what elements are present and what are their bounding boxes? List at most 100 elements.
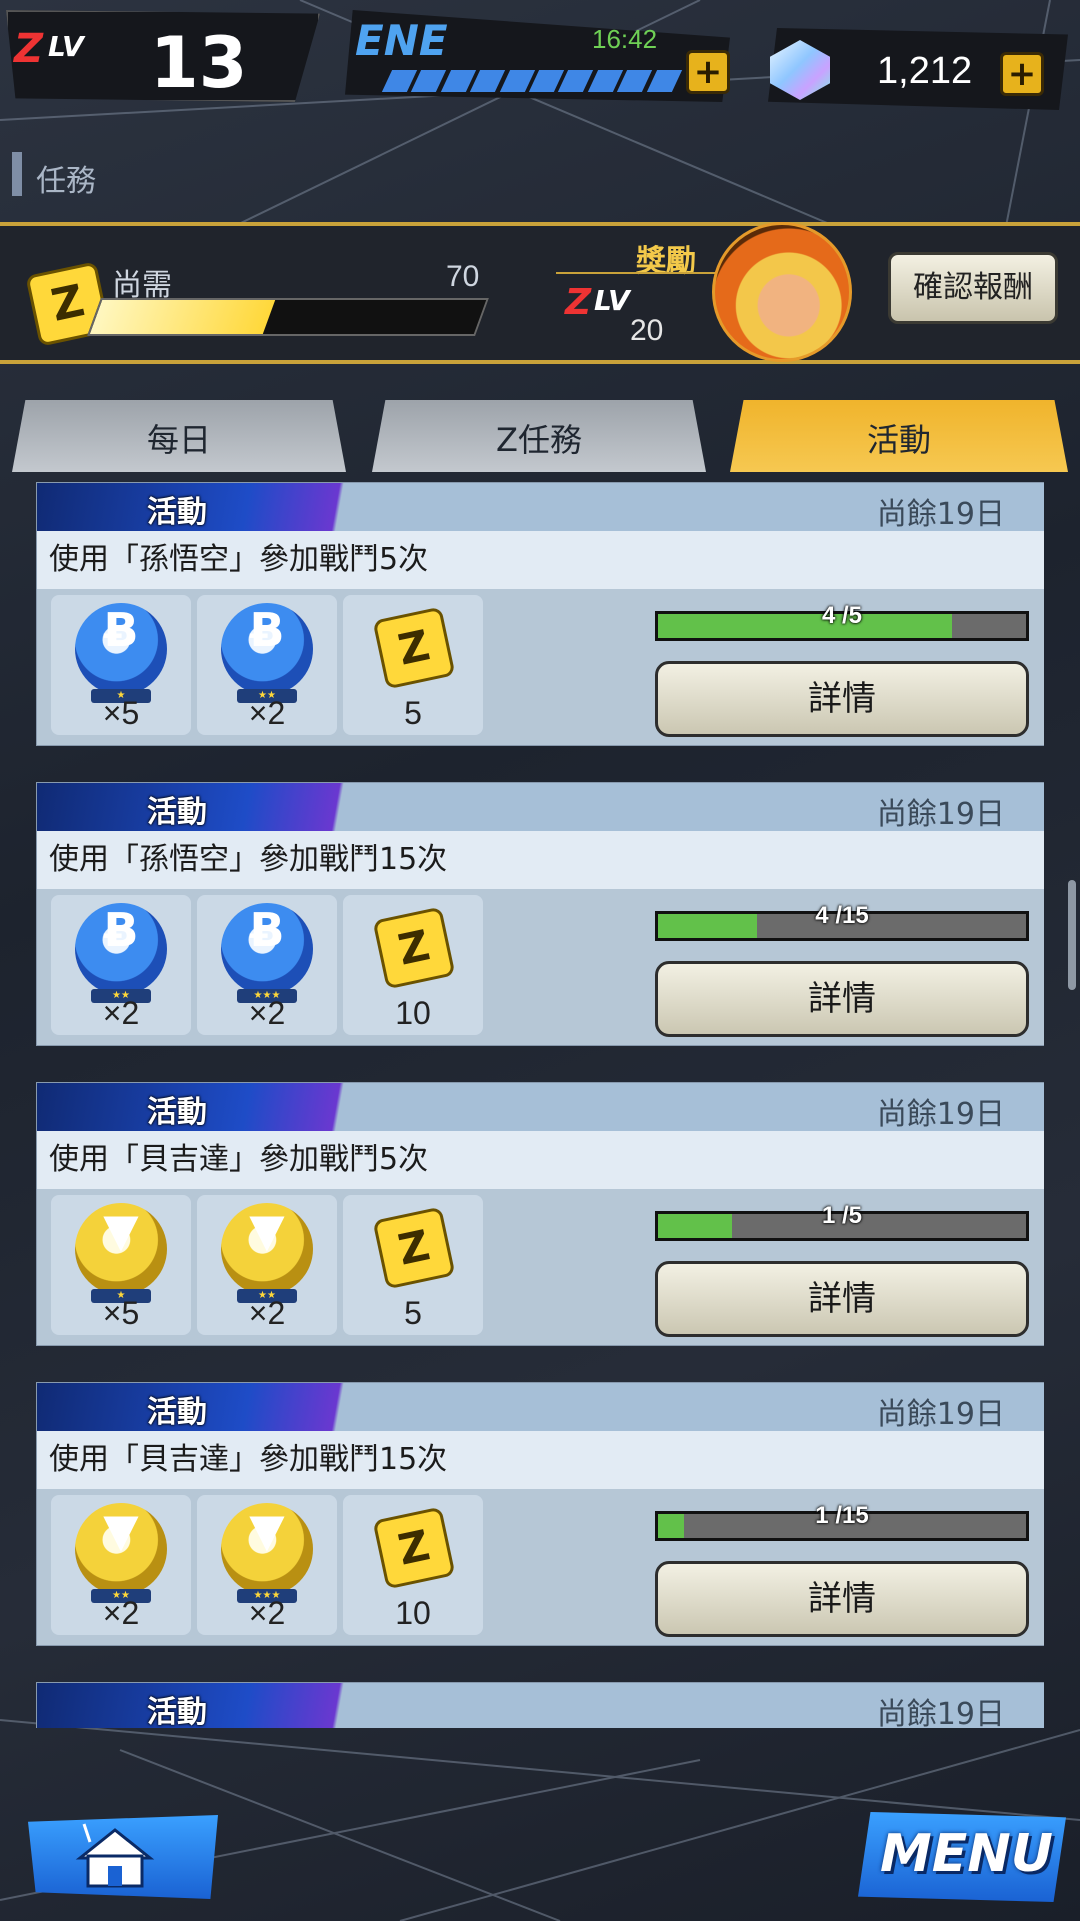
blue-orb-icon: Ƀ — [221, 903, 313, 995]
card-character-art — [37, 1383, 417, 1431]
blue-orb-icon: Ƀ — [75, 603, 167, 695]
menu-label: MENU — [880, 1824, 1054, 1884]
gold-orb-icon: ▼ — [221, 1203, 313, 1295]
confirm-rewards-button[interactable]: 確認報酬 — [888, 252, 1058, 324]
section-marker — [12, 152, 22, 196]
z-badge-icon: Z — [372, 1206, 456, 1290]
energy-bar — [381, 70, 683, 92]
z-reward-slot: Z5 — [343, 1195, 483, 1335]
event-badge: 活動 — [147, 795, 207, 830]
event-badge: 活動 — [147, 1095, 207, 1130]
reward-character-portrait — [712, 222, 852, 362]
task-progress-text: 1 /15 — [815, 1502, 869, 1529]
days-remaining: 尚餘19日 — [876, 1097, 1005, 1132]
details-button[interactable]: 詳情 — [655, 1261, 1029, 1337]
z-reward-quantity: 10 — [395, 995, 431, 1031]
blue-orb-icon: Ƀ — [75, 903, 167, 995]
reward-level: 20 — [630, 314, 664, 347]
task-card: 活動 尚餘19日 使用「貝吉達」參加戰鬥15次 ▼ ★★ ×2 ▼ ★★★ ×2 Z 10 1 /15… — [36, 1382, 1044, 1646]
reward-slot: Ƀ ★★ ×2 — [197, 595, 337, 735]
days-remaining: 尚餘19日 — [876, 1697, 1005, 1728]
add-energy-button[interactable]: + — [686, 50, 730, 94]
task-title: 使用「貝吉達」參加戰鬥5次 — [37, 1131, 1044, 1189]
reward-z: Z — [565, 282, 592, 323]
event-badge: 活動 — [147, 1395, 207, 1430]
task-card: 活動 尚餘19日 使用「孫悟空」參加戰鬥15次 Ƀ ★★ ×2 Ƀ ★★★ ×2 Z 10 4 /15… — [36, 782, 1044, 1046]
z-level-value: 13 — [150, 22, 248, 104]
reward-quantity: ×5 — [102, 695, 140, 731]
gold-orb-icon: ▼ — [221, 1503, 313, 1595]
orb-glyph: ▼ — [103, 1503, 139, 1557]
z-reward-slot: Z5 — [343, 595, 483, 735]
z-reward-quantity: 5 — [404, 1295, 422, 1331]
gold-orb-icon: ▼ — [75, 1203, 167, 1295]
task-progress-text: 4 /5 — [821, 602, 863, 629]
z-badge-icon: Z — [372, 1506, 456, 1590]
task-progress-text: 1 /5 — [821, 1202, 863, 1229]
z-reward-quantity: 5 — [404, 695, 422, 731]
reward-lv: LV — [594, 284, 630, 317]
need-progress-bar — [87, 298, 489, 336]
z-badge-icon: Z — [372, 606, 456, 690]
details-button[interactable]: 詳情 — [655, 1561, 1029, 1637]
details-button[interactable]: 詳情 — [655, 661, 1029, 737]
task-card: 活動 尚餘19日 — [36, 1682, 1044, 1728]
card-character-art — [37, 1683, 417, 1728]
reward-quantity: ×5 — [102, 1295, 140, 1331]
energy-timer: 16:42 — [592, 24, 658, 54]
days-remaining: 尚餘19日 — [876, 497, 1005, 532]
orb-glyph: Ƀ — [103, 903, 139, 957]
reward-quantity: ×2 — [102, 1595, 140, 1631]
orb-glyph: ▼ — [249, 1503, 285, 1557]
reward-slot: Ƀ ★ ×5 — [51, 595, 191, 735]
add-gems-button[interactable]: + — [1000, 52, 1044, 96]
orb-glyph: Ƀ — [249, 903, 285, 957]
task-title: 使用「孫悟空」參加戰鬥15次 — [37, 831, 1044, 889]
z-reward-slot: Z 10 — [343, 895, 483, 1035]
energy-segment — [646, 70, 683, 92]
reward-slot: ▼ ★★★ ×2 — [197, 1495, 337, 1635]
task-card: 活動 尚餘19日 使用「貝吉達」參加戰鬥5次 ▼ ★ ×5 ▼ ★★ ×2 Z 5 1 /5 詳情 — [36, 1082, 1044, 1346]
orb-glyph: ▼ — [103, 1203, 139, 1257]
orb-glyph: Ƀ — [103, 603, 139, 657]
task-progress-bar: 1 /5 — [655, 1202, 1029, 1241]
page-title: 任務 — [36, 164, 96, 199]
scrollbar[interactable] — [1068, 880, 1076, 990]
home-icon — [75, 1823, 155, 1888]
task-progress-text: 4 /15 — [815, 902, 869, 929]
z-level-z: Z — [14, 26, 44, 72]
task-title: 使用「貝吉達」參加戰鬥15次 — [37, 1431, 1044, 1489]
event-badge: 活動 — [147, 495, 207, 530]
days-remaining: 尚餘19日 — [876, 1397, 1005, 1432]
reward-slot: Ƀ ★★★ ×2 — [197, 895, 337, 1035]
reward-divider — [556, 272, 731, 274]
tab-events[interactable]: 活動 — [730, 400, 1068, 472]
orb-glyph: ▼ — [249, 1203, 285, 1257]
reward-slot: ▼ ★ ×5 — [51, 1195, 191, 1335]
task-progress-bar: 4 /5 — [655, 602, 1029, 641]
reward-slot: Ƀ ★★ ×2 — [51, 895, 191, 1035]
gold-orb-icon: ▼ — [75, 1503, 167, 1595]
need-progress-fill — [89, 300, 275, 334]
energy-label: ENE — [355, 16, 448, 65]
task-card: 活動 尚餘19日 使用「孫悟空」參加戰鬥5次 Ƀ ★ ×5 Ƀ ★★ ×2 Z 5 4 /5 詳情 — [36, 482, 1044, 746]
task-list[interactable]: 活動 尚餘19日 使用「孫悟空」參加戰鬥5次 Ƀ ★ ×5 Ƀ ★★ ×2 Z 5 4 /5 詳情 活動尚… — [36, 482, 1044, 1728]
reward-quantity: ×2 — [248, 995, 286, 1031]
details-button[interactable]: 詳情 — [655, 961, 1029, 1037]
blue-orb-icon: Ƀ — [221, 603, 313, 695]
card-character-art — [37, 483, 417, 531]
task-progress-bar: 1 /15 — [655, 1502, 1029, 1541]
card-character-art — [37, 1083, 417, 1131]
need-value: 70 — [446, 260, 480, 293]
reward-quantity: ×2 — [248, 1295, 286, 1331]
z-reward-slot: Z 10 — [343, 1495, 483, 1635]
z-reward-quantity: 10 — [395, 1595, 431, 1631]
z-level-lv: LV — [48, 30, 84, 63]
task-title: 使用「孫悟空」參加戰鬥5次 — [37, 531, 1044, 589]
reward-slot: ▼ ★★ ×2 — [51, 1495, 191, 1635]
top-status-bar: Z LV 13 ENE 16:42 + 1,212 + — [0, 0, 1080, 120]
tab-daily[interactable]: 每日 — [12, 400, 346, 472]
reward-slot: ▼ ★★ ×2 — [197, 1195, 337, 1335]
tab-z-missions[interactable]: Z任務 — [372, 400, 706, 472]
reward-quantity: ×2 — [248, 1595, 286, 1631]
